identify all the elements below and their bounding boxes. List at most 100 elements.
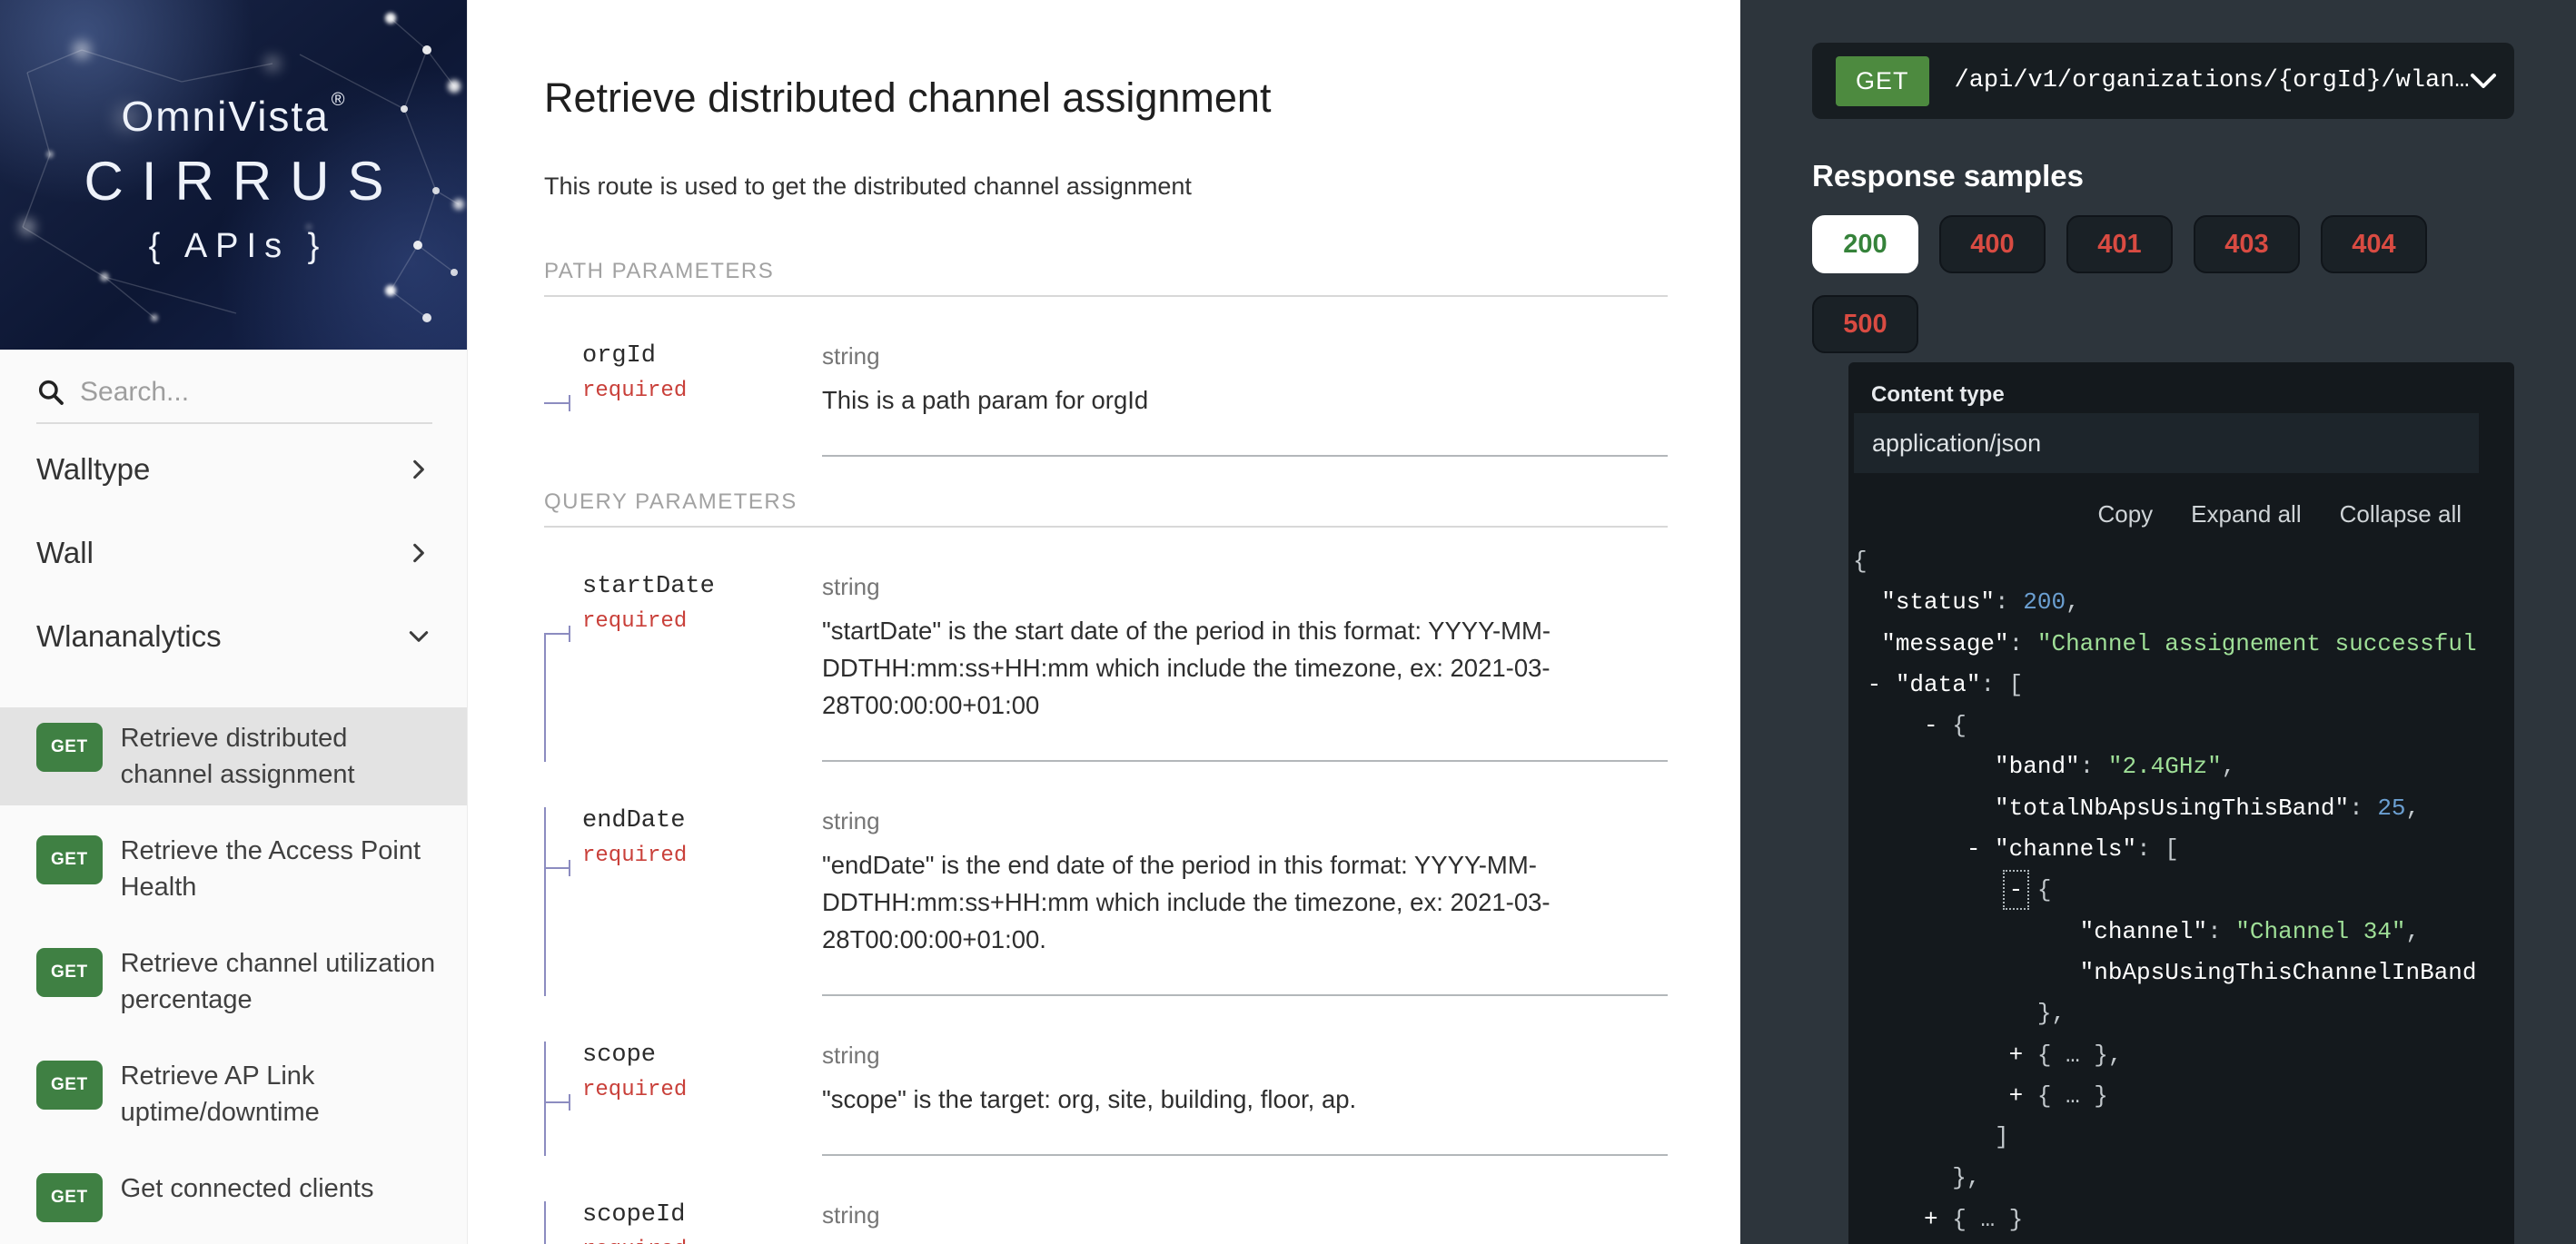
content-type-select[interactable]: application/json: [1854, 413, 2479, 473]
required-badge: required: [582, 379, 687, 403]
response-code-404[interactable]: 404: [2321, 215, 2427, 273]
json-token-punct: { … }: [1952, 1206, 2023, 1233]
registered-mark: ®: [332, 90, 347, 110]
required-badge: required: [582, 844, 687, 868]
get-badge: GET: [36, 1173, 103, 1222]
required-badge: required: [582, 1238, 687, 1244]
sidebar-operations: GET Retrieve distributedchannel assignmen…: [0, 693, 467, 1244]
json-line: - {: [1853, 870, 2480, 911]
json-token-punct: : [: [2136, 835, 2179, 863]
response-code-401[interactable]: 401: [2066, 215, 2173, 273]
response-code-403[interactable]: 403: [2194, 215, 2300, 273]
json-token-punct: :: [2080, 753, 2108, 780]
param-description: This is a path param for orgId: [822, 381, 1668, 419]
param-name-cell: orgId required: [544, 297, 822, 457]
content-type-label: Content type: [1871, 382, 2514, 408]
query-parameters-table: startDaterequiredstring"startDate" is th…: [544, 528, 1668, 1244]
json-token-string: "Channel 34": [2235, 918, 2405, 945]
json-token-punct: {: [1853, 548, 1868, 575]
json-token-punct: ,: [2406, 918, 2421, 945]
param-name: startDate: [582, 573, 715, 600]
sidebar-group-wall[interactable]: Wall: [0, 511, 467, 595]
sidebar-item-get-connected-clients[interactable]: GET Get connected clients: [0, 1158, 467, 1235]
param-description: "startDate" is the start date of the per…: [822, 612, 1668, 724]
json-toggle-expand[interactable]: +: [1924, 1206, 1938, 1233]
param-value-cell: string"endDate" is the end date of the p…: [822, 762, 1668, 996]
chevron-down-icon[interactable]: [2470, 73, 2497, 90]
tree-connector-icon: [544, 1042, 582, 1156]
sidebar-item-label: Retrieve channel utilizationpercentage: [121, 945, 436, 1018]
brand-apis: { APIs }: [141, 227, 328, 266]
response-code-200[interactable]: 200: [1812, 215, 1918, 273]
json-token-punct: :: [2009, 630, 2037, 657]
get-badge: GET: [36, 948, 103, 997]
brand-name: OmniVista®: [121, 90, 346, 141]
param-name-cell: scopeId required: [544, 1156, 822, 1244]
get-badge: GET: [36, 1061, 103, 1110]
param-name-cell: startDaterequired: [544, 528, 822, 762]
param-type: string: [822, 1042, 1668, 1070]
tree-connector-icon: [544, 1201, 582, 1244]
sidebar-item-label: Retrieve distributedchannel assignment: [121, 720, 355, 793]
brand-logo: OmniVista® CIRRUS { APIs }: [0, 0, 468, 350]
json-line: {: [1853, 541, 2480, 582]
sidebar-group-wlananalytics[interactable]: Wlananalytics: [0, 595, 467, 678]
expand-all-button[interactable]: Expand all: [2191, 500, 2301, 528]
collapse-all-button[interactable]: Collapse all: [2340, 500, 2462, 528]
json-token-punct: :: [2349, 795, 2377, 822]
json-toggle-collapse[interactable]: -: [1868, 671, 1882, 698]
sidebar-group-walltype[interactable]: Walltype: [0, 428, 467, 511]
json-toggle-expand[interactable]: +: [2009, 1042, 2024, 1069]
param-name: orgId: [582, 342, 687, 370]
param-row-orgid: orgId required stringThis is a path param …: [544, 297, 1668, 457]
json-line: "band": "2.4GHz",: [1853, 746, 2480, 787]
json-token-punct: ,: [2406, 795, 2421, 822]
sidebar-nav: WalltypeWallWlananalytics: [0, 428, 467, 678]
sidebar-item-retrieve-the-access-point-health[interactable]: GETRetrieve the Access PointHealth: [0, 820, 467, 918]
param-value-cell: stringThis is a path param for orgId: [822, 297, 1668, 457]
json-toggle-collapse[interactable]: -: [2009, 876, 2024, 903]
response-code-400[interactable]: 400: [1939, 215, 2046, 273]
param-type: string: [822, 1201, 1668, 1229]
json-toggle-expand[interactable]: +: [2009, 1082, 2024, 1110]
search-icon: [36, 378, 65, 407]
required-badge: required: [582, 1078, 687, 1102]
endpoint-path: /api/v1/organizations/{orgId}/wlan…: [1955, 67, 2470, 94]
sidebar-item-label: Get connected clients: [121, 1170, 374, 1222]
json-line: },: [1853, 1158, 2480, 1199]
brand-product: CIRRUS: [65, 150, 401, 212]
chevron-down-icon: [407, 625, 431, 648]
chevron-right-icon: [407, 541, 431, 565]
json-token-punct: {: [2037, 876, 2052, 903]
sidebar-item-retrieve-distributed-channel-assignment[interactable]: GET Retrieve distributedchannel assignmen…: [0, 707, 467, 805]
json-token-punct: },: [1952, 1164, 1980, 1191]
tree-connector-icon: [544, 342, 582, 457]
param-row-enddate: endDaterequiredstring"endDate" is the en…: [544, 762, 1668, 996]
json-token-key: "message": [1881, 630, 2008, 657]
endpoint-bar[interactable]: GET /api/v1/organizations/{orgId}/wlan…: [1812, 43, 2514, 119]
get-badge: GET: [36, 723, 103, 772]
content-type-value: application/json: [1872, 429, 2041, 458]
method-badge: GET: [1836, 56, 1929, 106]
param-name: scopeId: [582, 1201, 687, 1229]
copy-button[interactable]: Copy: [2097, 500, 2153, 528]
json-line: + { … }: [1853, 1076, 2480, 1117]
json-line: ]: [1853, 1117, 2480, 1158]
json-token-key: "channels": [1995, 835, 2136, 863]
json-token-punct: ]: [1995, 1123, 2009, 1150]
search-input[interactable]: Search...: [36, 377, 432, 424]
json-token-punct: ,: [2222, 753, 2236, 780]
response-code-500[interactable]: 500: [1812, 295, 1918, 353]
sidebar-item-retrieve-channel-utilization-percentage[interactable]: GET Retrieve channel utilizationpercentag…: [0, 933, 467, 1031]
page-title: Retrieve distributed channel assignment: [544, 74, 1668, 122]
json-toggle-collapse[interactable]: -: [1967, 835, 1981, 863]
tree-connector-icon: [544, 807, 582, 996]
brand-logo-text: OmniVista® CIRRUS { APIs }: [0, 0, 468, 350]
param-value-cell: string"scope" is the target: org, site, …: [822, 996, 1668, 1156]
json-toggle-collapse[interactable]: -: [1924, 712, 1938, 739]
param-description: "endDate" is the end date of the period …: [822, 846, 1668, 958]
sidebar-item-retrieve-ap-link-uptime-downtime[interactable]: GETRetrieve AP Linkuptime/downtime: [0, 1045, 467, 1143]
json-token-key: "channel": [2080, 918, 2207, 945]
json-line: + { … }: [1853, 1200, 2480, 1240]
json-line: - "channels": [: [1853, 829, 2480, 870]
